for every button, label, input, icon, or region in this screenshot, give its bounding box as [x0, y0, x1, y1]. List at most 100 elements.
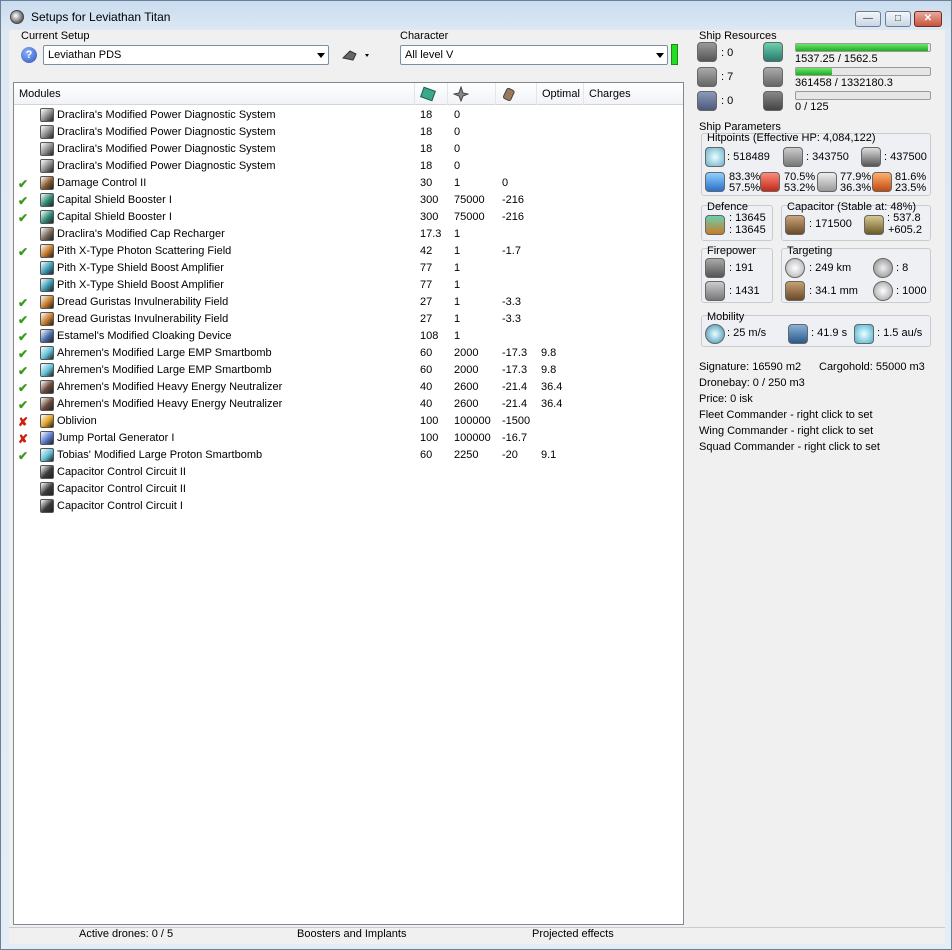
launchers-value: : 7 — [721, 71, 734, 83]
online-status-icon[interactable]: ✔ — [18, 194, 28, 208]
col-modules[interactable]: Modules — [14, 83, 415, 105]
offline-status-icon[interactable]: ✘ — [18, 432, 28, 446]
module-name: Ahremen's Modified Large EMP Smartbomb — [57, 347, 272, 359]
online-status-icon[interactable]: ✔ — [18, 381, 28, 395]
module-capacitor: -3.3 — [502, 313, 521, 325]
online-status-icon[interactable]: ✔ — [18, 296, 28, 310]
firepower-value-2: : 1431 — [729, 285, 760, 297]
scan-resolution-value: : 34.1 mm — [809, 285, 858, 297]
table-row[interactable]: Capacitor Control Circuit I — [14, 498, 682, 515]
module-powergrid: 100000 — [454, 415, 491, 427]
targeting-range-icon — [785, 258, 805, 278]
firepower-title: Firepower — [707, 245, 756, 257]
projected-effects-tab[interactable]: Projected effects — [532, 928, 614, 940]
col-charges[interactable]: Charges — [584, 83, 684, 105]
table-row[interactable]: ✔ Ahremen's Modified Heavy Energy Neutral… — [14, 396, 682, 413]
module-icon — [40, 431, 54, 445]
module-powergrid: 2250 — [454, 449, 479, 461]
table-row[interactable]: ✔ Capital Shield Booster I 300 75000 -216 — [14, 192, 682, 209]
powergrid-icon — [763, 67, 783, 87]
em-armor-resist: 57.5% — [729, 182, 761, 194]
module-capacitor: -21.4 — [502, 381, 528, 393]
table-row[interactable]: ✘ Jump Portal Generator I 100 100000 -16.7 — [14, 430, 682, 447]
table-row[interactable]: Capacitor Control Circuit II — [14, 464, 682, 481]
table-row[interactable]: Draclira's Modified Power Diagnostic Sys… — [14, 124, 682, 141]
help-icon[interactable]: ? — [21, 47, 37, 63]
table-row[interactable]: ✔ Damage Control II 30 1 0 — [14, 175, 682, 192]
table-row[interactable]: Draclira's Modified Cap Recharger 17.3 1 — [14, 226, 682, 243]
table-row[interactable]: ✔ Pith X-Type Photon Scattering Field 42 1 -… — [14, 243, 682, 260]
col-cpu[interactable] — [415, 83, 448, 105]
module-icon — [40, 329, 54, 343]
online-status-icon[interactable]: ✔ — [18, 347, 28, 361]
close-button[interactable]: ✕ — [914, 11, 942, 27]
drone-bandwidth-bar — [795, 91, 931, 100]
online-status-icon[interactable]: ✔ — [18, 245, 28, 259]
table-row[interactable]: ✔ Estamel's Modified Cloaking Device 108 1 — [14, 328, 682, 345]
drone-bandwidth-value: 0 / 125 — [795, 101, 829, 113]
module-icon — [40, 210, 54, 224]
module-name: Capital Shield Booster I — [57, 194, 172, 206]
table-row[interactable]: Pith X-Type Shield Boost Amplifier 77 1 — [14, 277, 682, 294]
minimize-button[interactable]: — — [855, 11, 881, 27]
ship-menu-icon[interactable] — [341, 47, 373, 63]
module-cpu: 77 — [420, 262, 433, 274]
table-row[interactable]: ✔ Dread Guristas Invulnerability Field 27 1… — [14, 294, 682, 311]
table-row[interactable]: ✘ Oblivion 100 100000 -1500 — [14, 413, 682, 430]
table-row[interactable]: ✔ Ahremen's Modified Large EMP Smartbomb 6… — [14, 345, 682, 362]
fleet-commander-link[interactable]: Fleet Commander - right click to set — [699, 409, 873, 421]
maximize-button[interactable]: □ — [885, 11, 911, 27]
offline-status-icon[interactable]: ✘ — [18, 415, 28, 429]
module-name: Capital Shield Booster I — [57, 211, 172, 223]
module-cpu: 18 — [420, 126, 433, 138]
setup-select[interactable]: Leviathan PDS — [43, 45, 329, 65]
modules-list[interactable]: Modules Optimal Charges Draclira's Modif… — [13, 82, 684, 925]
module-cpu: 77 — [420, 279, 433, 291]
module-icon — [40, 346, 54, 360]
module-powergrid: 1 — [454, 262, 461, 274]
table-row[interactable]: ✔ Ahremen's Modified Heavy Energy Neutral… — [14, 379, 682, 396]
online-status-icon[interactable]: ✔ — [18, 177, 28, 191]
col-capacitor[interactable] — [496, 83, 537, 105]
module-cpu: 42 — [420, 245, 433, 257]
table-row[interactable]: ✔ Dread Guristas Invulnerability Field 27 1… — [14, 311, 682, 328]
module-optimal: 9.8 — [541, 364, 557, 376]
character-select[interactable]: All level V — [400, 45, 668, 65]
explosive-resist-icon — [872, 172, 892, 192]
thermal-resist-icon — [760, 172, 780, 192]
structure-icon — [861, 147, 881, 167]
table-row[interactable]: ✔ Capital Shield Booster I 300 75000 -216 — [14, 209, 682, 226]
col-optimal[interactable]: Optimal — [537, 83, 584, 105]
active-drones-tab[interactable]: Active drones: 0 / 5 — [79, 928, 173, 940]
module-cpu: 100 — [420, 415, 439, 427]
module-icon — [40, 363, 54, 377]
module-name: Draclira's Modified Power Diagnostic Sys… — [57, 143, 276, 155]
module-capacitor: -17.3 — [502, 364, 528, 376]
character-select-value: All level V — [405, 49, 454, 61]
online-status-icon[interactable]: ✔ — [18, 449, 28, 463]
table-row[interactable]: Capacitor Control Circuit II — [14, 481, 682, 498]
online-status-icon[interactable]: ✔ — [18, 313, 28, 327]
online-status-icon[interactable]: ✔ — [18, 364, 28, 378]
module-optimal: 9.1 — [541, 449, 557, 461]
table-row[interactable]: ✔ Ahremen's Modified Large EMP Smartbomb 6… — [14, 362, 682, 379]
module-name: Damage Control II — [57, 177, 147, 189]
boosters-implants-tab[interactable]: Boosters and Implants — [297, 928, 406, 940]
table-row[interactable]: Draclira's Modified Power Diagnostic Sys… — [14, 141, 682, 158]
hitpoints-title: Hitpoints (Effective HP: 4,084,122) — [707, 132, 876, 144]
module-cpu: 27 — [420, 313, 433, 325]
online-status-icon[interactable]: ✔ — [18, 330, 28, 344]
online-status-icon[interactable]: ✔ — [18, 398, 28, 412]
table-row[interactable]: Draclira's Modified Power Diagnostic Sys… — [14, 158, 682, 175]
table-row[interactable]: Pith X-Type Shield Boost Amplifier 77 1 — [14, 260, 682, 277]
col-powergrid[interactable] — [448, 83, 496, 105]
table-row[interactable]: Draclira's Modified Power Diagnostic Sys… — [14, 107, 682, 124]
max-targets-icon — [873, 258, 893, 278]
squad-commander-link[interactable]: Squad Commander - right click to set — [699, 441, 880, 453]
price-text: Price: 0 isk — [699, 393, 753, 405]
table-row[interactable]: ✔ Tobias' Modified Large Proton Smartbomb… — [14, 447, 682, 464]
module-name: Draclira's Modified Power Diagnostic Sys… — [57, 126, 276, 138]
online-status-icon[interactable]: ✔ — [18, 211, 28, 225]
powergrid-icon — [452, 85, 470, 103]
wing-commander-link[interactable]: Wing Commander - right click to set — [699, 425, 873, 437]
